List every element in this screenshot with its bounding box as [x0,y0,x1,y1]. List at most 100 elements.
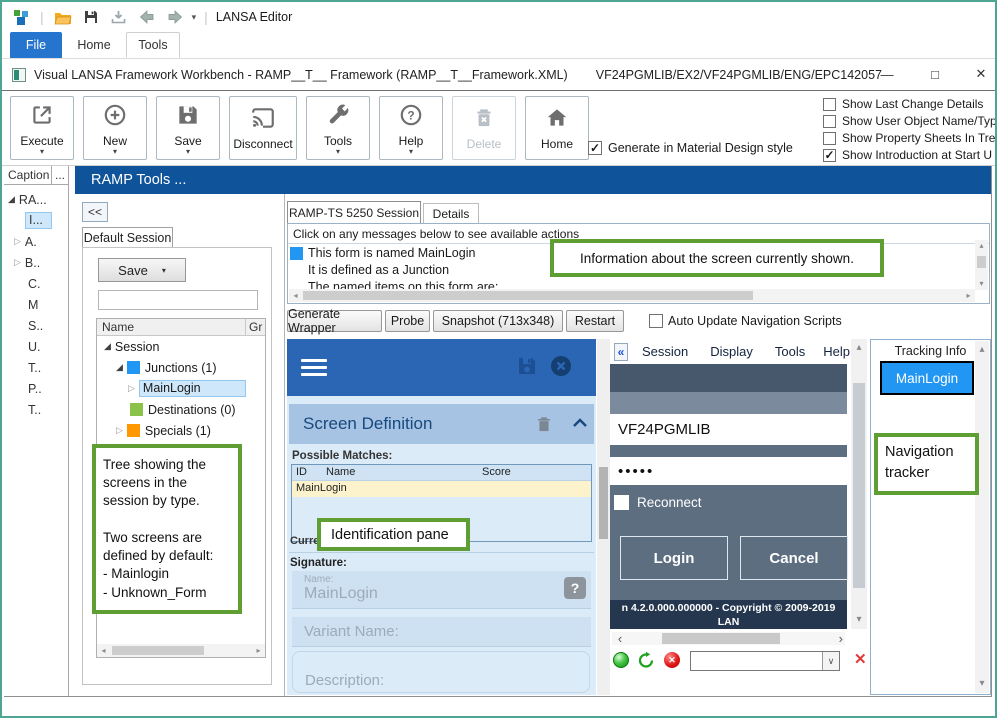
menu-session[interactable]: Session [642,344,688,359]
help-icon[interactable]: ? [564,577,586,599]
collapse-panel-button[interactable]: << [82,202,108,222]
variant-name-field[interactable]: Variant Name: [292,617,591,647]
tree-node-session[interactable]: ◢ Session [97,336,265,357]
caption-item-t2[interactable]: T.. [4,399,68,420]
close-button[interactable]: ✕ [964,59,997,89]
tracking-item-mainlogin[interactable]: MainLogin [880,361,974,395]
reconnect-checkbox[interactable] [614,495,629,510]
tree-node-specials[interactable]: ▷ Specials (1) [97,420,265,441]
tools-button[interactable]: Tools ▾ [306,96,370,160]
minimize-button[interactable]: — [870,59,904,89]
toolbar-options-caret-icon[interactable]: ▾ [192,12,197,23]
menu-display[interactable]: Display [710,344,753,359]
tracking-vscrollbar[interactable]: ▴ ▾ [975,341,989,693]
scroll-left-icon[interactable]: ‹ [612,631,628,646]
show-last-change-option[interactable]: Show Last Change Details [823,97,983,111]
forward-icon[interactable] [164,6,186,28]
name-column-header[interactable]: Name [97,319,246,335]
message-row[interactable]: This form is named MainLogin [290,246,475,260]
collapsed-icon[interactable]: ▷ [116,425,123,436]
show-introduction-checkbox[interactable]: ✓ [823,149,836,162]
caption-item-a[interactable]: ▷A. [4,231,68,252]
save-icon[interactable] [80,6,102,28]
scroll-up-icon[interactable]: ▴ [975,341,989,355]
material-design-checkbox[interactable]: ✓ [588,141,602,155]
emulator-hscrollbar[interactable]: ‹ › [612,632,845,645]
material-design-option[interactable]: ✓ Generate in Material Design style [588,141,793,155]
menu-hamburger-icon[interactable] [301,359,327,376]
generate-wrapper-button[interactable]: Generate Wrapper [287,310,382,332]
show-property-sheets-checkbox[interactable] [823,132,836,145]
name-field[interactable]: Name: MainLogin ? [292,571,591,609]
scroll-left-icon[interactable]: ◂ [97,647,110,655]
scroll-right-icon[interactable]: › [839,631,843,646]
messages-hscrollbar[interactable]: ◂ ▸ [289,289,975,302]
collapsed-icon[interactable]: ▷ [14,257,21,268]
new-button[interactable]: New ▾ [83,96,147,160]
messages-vscrollbar[interactable]: ▴ ▾ [975,240,988,290]
back-icon[interactable] [136,6,158,28]
password-field[interactable]: ••••• [610,457,847,485]
menu-help[interactable]: Help [823,344,850,359]
caption-item-c[interactable]: C. [4,273,68,294]
collapsed-icon[interactable]: ▷ [14,236,21,247]
home-button[interactable]: Home [525,96,589,160]
screen-definition-vscrollbar[interactable] [597,339,610,695]
scroll-right-icon[interactable]: ▸ [252,647,265,655]
library-field[interactable]: VF24PGMLIB [610,414,847,445]
import-icon[interactable] [108,6,130,28]
execute-button[interactable]: Execute ▾ [10,96,74,160]
name-column-header[interactable]: Name [326,465,482,480]
tab-ramp-ts-session[interactable]: RAMP-TS 5250 Session [287,201,421,223]
session-filter-input[interactable] [98,290,258,310]
score-column-header[interactable]: Score [482,465,511,480]
scroll-right-icon[interactable]: ▸ [962,292,975,300]
show-user-object-checkbox[interactable] [823,115,836,128]
tab-tools[interactable]: Tools [126,32,180,58]
tree-node-destinations[interactable]: Destinations (0) [97,399,265,420]
emulator-screen[interactable]: VF24PGMLIB ••••• Reconnect Login Cancel … [610,364,847,629]
scroll-down-icon[interactable]: ▾ [851,615,867,625]
probe-button[interactable]: Probe [385,310,430,332]
scroll-down-icon[interactable]: ▾ [975,280,988,288]
expand-icon[interactable]: ◢ [8,194,15,205]
emulator-vscrollbar[interactable]: ▴ ▾ [851,339,867,629]
snapshot-button[interactable]: Snapshot (713x348) [433,310,563,332]
stop-error-icon[interactable]: ✕ [664,652,680,668]
caption-column-header[interactable]: Caption [4,166,52,184]
trash-icon[interactable] [534,413,554,440]
save-button[interactable]: Save ▾ [156,96,220,160]
login-button[interactable]: Login [620,536,728,580]
scroll-thumb[interactable] [599,467,608,539]
scroll-up-icon[interactable]: ▴ [975,240,988,250]
gr-column-header[interactable]: Gr [246,319,265,335]
caption-item-i[interactable]: I... [4,210,68,231]
save-definition-icon[interactable] [515,354,539,383]
collapsed-icon[interactable]: ▷ [128,383,135,394]
show-user-object-option[interactable]: Show User Object Name/Typ [823,114,997,128]
caption-item-s[interactable]: S.. [4,315,68,336]
description-field[interactable]: Description: [292,651,590,693]
message-row[interactable]: It is defined as a Junction [308,263,449,277]
maximize-button[interactable]: □ [918,59,952,89]
session-save-button[interactable]: Save ▾ [98,258,186,282]
caption-item-ra[interactable]: ◢RA... [4,189,68,210]
tab-home[interactable]: Home [68,32,120,58]
expand-icon[interactable]: ◢ [116,362,123,373]
screen-select-dropdown[interactable]: ∨ [690,651,840,671]
restart-button[interactable]: Restart [566,310,624,332]
match-row-mainlogin[interactable]: MainLogin [292,481,591,497]
scroll-thumb[interactable] [303,291,753,300]
cancel-button[interactable]: Cancel [740,536,848,580]
scroll-left-icon[interactable]: ◂ [289,292,302,300]
scroll-down-icon[interactable]: ▾ [975,679,989,689]
session-tree-hscrollbar[interactable]: ◂ ▸ [97,644,265,657]
scroll-thumb[interactable] [662,633,780,644]
scroll-thumb[interactable] [977,256,986,268]
connection-status-icon[interactable] [613,652,629,668]
refresh-icon[interactable] [637,651,655,674]
show-property-sheets-option[interactable]: Show Property Sheets In Tree [823,131,997,145]
close-definition-icon[interactable] [549,354,573,383]
tree-node-mainlogin[interactable]: ▷ MainLogin [97,378,265,399]
expand-icon[interactable]: ◢ [104,341,111,352]
